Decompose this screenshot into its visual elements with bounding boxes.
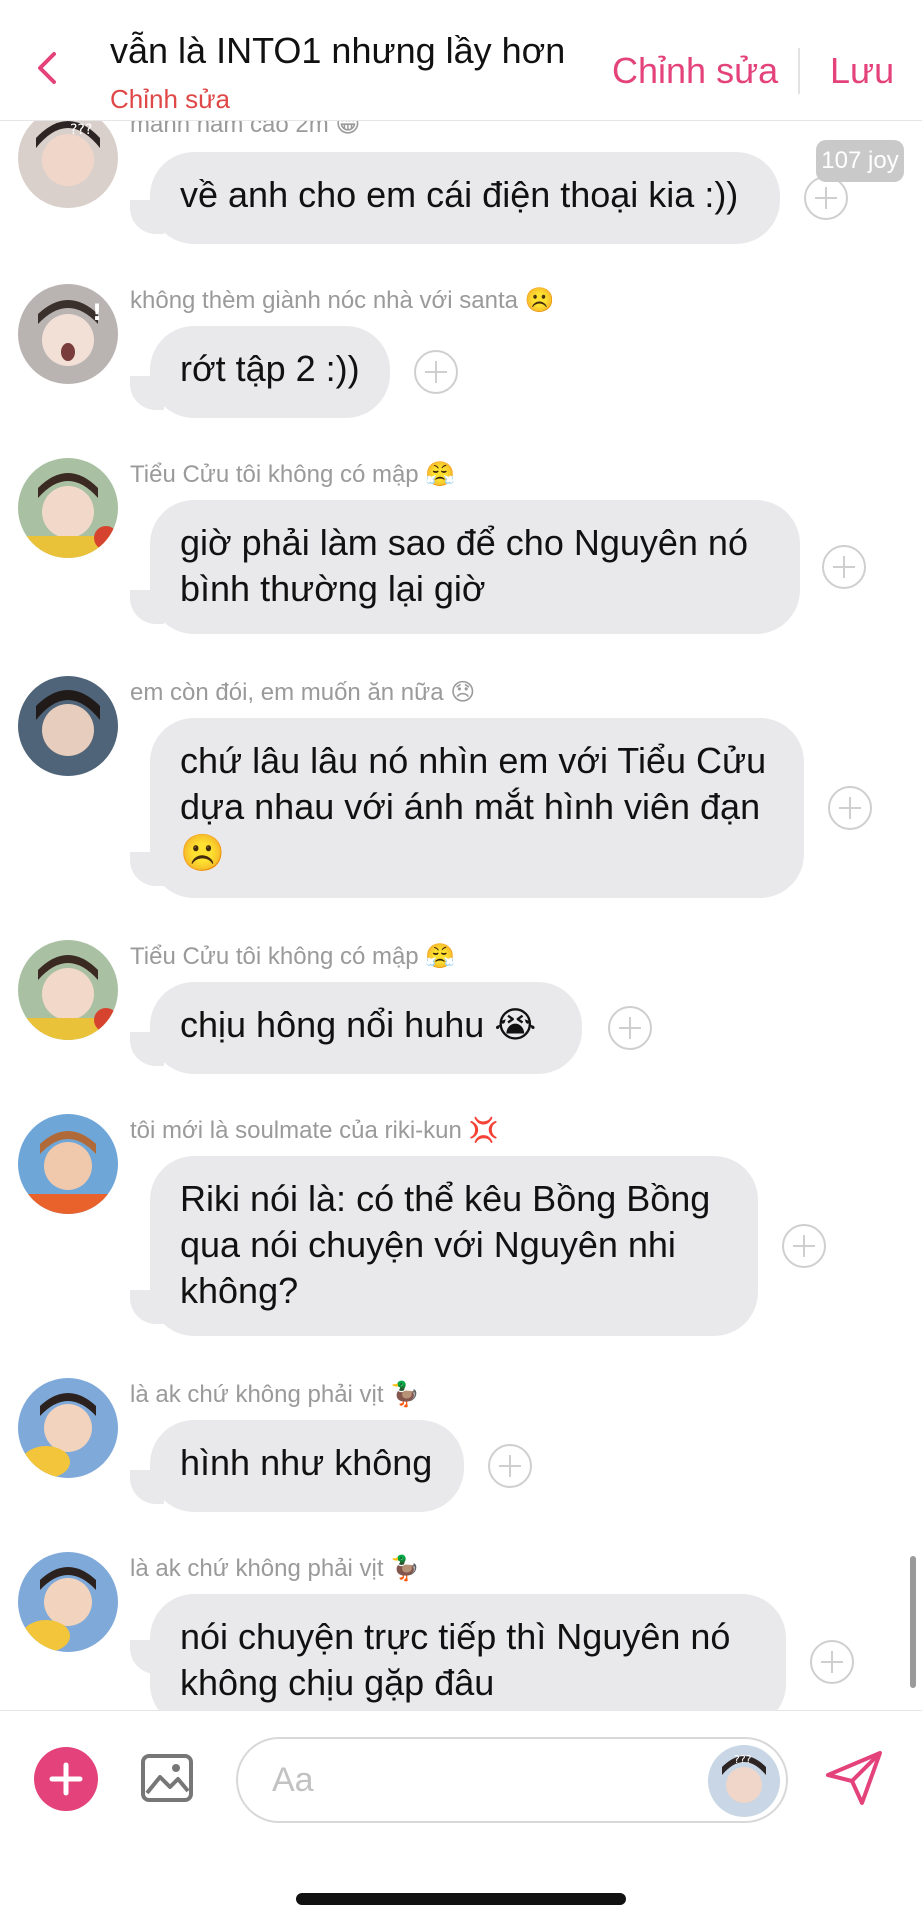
avatar[interactable] [18,1378,118,1478]
message-bubble[interactable]: Riki nói là: có thể kêu Bồng Bồng qua nó… [150,1156,758,1336]
add-reaction-icon[interactable] [822,545,866,589]
svg-text:!: ! [92,301,102,326]
save-button[interactable]: Lưu [830,50,894,92]
avatar[interactable] [18,940,118,1040]
header-divider [798,48,800,94]
composer-bar: Aa ??? [0,1710,922,1921]
sender-name: là ak chứ không phải vịt 🦆 [130,1381,421,1408]
avatar[interactable]: ??? [18,108,118,208]
add-reaction-icon[interactable] [782,1224,826,1268]
message-input[interactable]: Aa ??? [236,1737,788,1823]
avatar[interactable] [18,1552,118,1652]
avatar[interactable] [18,676,118,776]
sender-name: không thèm giành nóc nhà với santa ☹️ [130,287,555,314]
chevron-left-icon[interactable] [34,48,62,88]
message-bubble[interactable]: chịu hông nổi huhu 😭 [150,982,582,1074]
message-bubble[interactable]: giờ phải làm sao để cho Nguyên nó bình t… [150,500,800,634]
message-bubble[interactable]: rớt tập 2 :)) [150,326,390,418]
avatar[interactable] [18,458,118,558]
add-reaction-icon[interactable] [414,350,458,394]
joy-badge: 107 joy [816,140,904,182]
home-indicator [296,1893,626,1905]
input-placeholder: Aa [272,1761,314,1799]
message-bubble[interactable]: nói chuyện trực tiếp thì Nguyên nó không… [150,1594,786,1728]
svg-text:???: ??? [734,1753,752,1766]
svg-text:???: ??? [70,122,92,138]
sender-name: Tiểu Cửu tôi không có mập 😤 [130,943,456,970]
avatar[interactable]: ! [18,284,118,384]
message-bubble[interactable]: chứ lâu lâu nó nhìn em với Tiểu Cửu dựa … [150,718,804,898]
add-reaction-icon[interactable] [488,1444,532,1488]
image-icon[interactable] [140,1751,194,1805]
scrollbar[interactable] [910,1556,916,1688]
add-reaction-icon[interactable] [608,1006,652,1050]
send-icon[interactable] [822,1745,886,1809]
add-reaction-icon[interactable] [828,786,872,830]
chat-title: vẫn là INTO1 nhưng lầy hơn [110,30,566,71]
sender-name: là ak chứ không phải vịt 🦆 [130,1555,421,1582]
avatar[interactable] [18,1114,118,1214]
sender-name: em còn đói, em muốn ăn nữa 😞 [130,679,476,706]
plus-icon[interactable] [34,1747,98,1811]
avatar[interactable]: ??? [708,1745,780,1817]
chat-header: vẫn là INTO1 nhưng lầy hơn Chỉnh sửa Chỉ… [0,0,922,121]
chat-subtitle[interactable]: Chỉnh sửa [110,84,230,115]
message-bubble[interactable]: về anh cho em cái điện thoại kia :)) [150,152,780,244]
sender-name: Tiểu Cửu tôi không có mập 😤 [130,461,456,488]
message-bubble[interactable]: hình như không [150,1420,464,1512]
add-reaction-icon[interactable] [810,1640,854,1684]
edit-button[interactable]: Chỉnh sửa [612,50,778,92]
add-reaction-icon[interactable] [804,176,848,220]
sender-name: tôi mới là soulmate của riki-kun 💢 [130,1117,499,1144]
